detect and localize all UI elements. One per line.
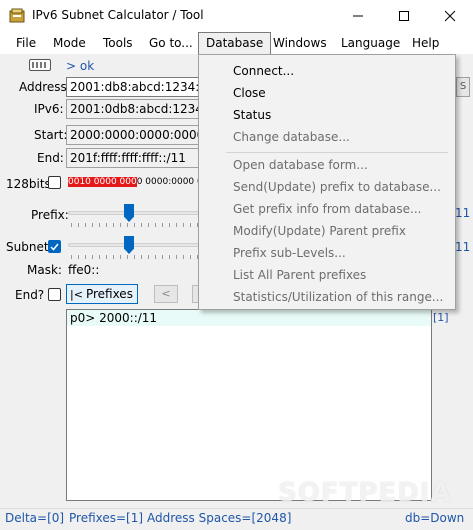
check-icon — [50, 243, 59, 251]
end-check-label: End? — [15, 288, 45, 302]
menu-item-sub-levels: Prefix sub-Levels... — [233, 246, 346, 260]
maximize-icon — [399, 11, 409, 21]
ipv6-field: 2001:0db8:abcd:1234:000 — [66, 99, 206, 119]
subnet-label: Subnet — [6, 240, 49, 254]
end-field: 201f:ffff:ffff:ffff::/11 — [66, 148, 206, 168]
keyboard-icon[interactable] — [29, 59, 51, 71]
subnet-checkbox[interactable] — [48, 240, 61, 253]
status-prefixes: Prefixes=[1] — [69, 511, 144, 525]
menu-item-close[interactable]: Close — [233, 86, 266, 100]
output-line: p0> 2000::/11 — [70, 311, 158, 325]
bits-display: 0010 0000 0000 0000:0000 000 — [68, 174, 208, 190]
start-label: Start: — [34, 128, 68, 142]
close-button[interactable] — [427, 0, 473, 32]
end-label: End: — [37, 151, 64, 165]
status-address-spaces: Address Spaces=[2048] — [147, 511, 292, 525]
menu-item-list-parents: List All Parent prefixes — [233, 268, 367, 282]
bits-checkbox[interactable] — [48, 176, 61, 189]
minimize-icon — [353, 15, 363, 17]
subnet-slider-ticks — [71, 255, 207, 259]
prefix-label: Prefix: — [31, 208, 69, 222]
ipv6-label: IPv6: — [34, 102, 64, 116]
subnet-slider-track — [68, 243, 208, 247]
menu-windows[interactable]: Windows — [273, 32, 327, 54]
menu-item-modify-parent: Modify(Update) Parent prefix — [233, 224, 406, 238]
prefixes-button[interactable]: |< Prefixes — [66, 284, 138, 304]
first-page-icon: |< — [70, 287, 83, 301]
menu-mode[interactable]: Mode — [53, 32, 86, 54]
menu-file[interactable]: File — [16, 32, 36, 54]
prev-button[interactable]: < — [154, 285, 178, 303]
bits-label: 128bits — [6, 177, 51, 191]
start-field: 2000:0000:0000:0000::/11 — [66, 125, 206, 145]
mask-label: Mask: — [27, 263, 62, 277]
menu-tools[interactable]: Tools — [103, 32, 133, 54]
output-textbox[interactable] — [66, 309, 432, 501]
app-icon — [9, 8, 25, 24]
mask-value: ffe0:: — [68, 263, 100, 277]
side-button[interactable]: S — [456, 77, 470, 97]
status-db-state: db=Down — [405, 511, 465, 525]
window-title: IPv6 Subnet Calculator / Tool — [32, 8, 204, 22]
subnet-slider-thumb[interactable] — [124, 236, 134, 254]
prefixes-button-label: Prefixes — [85, 287, 133, 301]
status-delta: Delta=[0] — [5, 511, 65, 525]
prefix-value: 11 — [455, 206, 471, 220]
minimize-button[interactable] — [335, 0, 381, 32]
menu-item-statistics: Statistics/Utilization of this range... — [233, 290, 444, 304]
menu-goto[interactable]: Go to... — [149, 32, 193, 54]
maximize-button[interactable] — [381, 0, 427, 32]
end-checkbox[interactable] — [48, 288, 61, 301]
address-label: Address: — [19, 80, 71, 94]
prefix-slider-track — [68, 211, 208, 215]
bits-red: 0010 0000 000 — [68, 177, 137, 187]
menu-language[interactable]: Language — [341, 32, 400, 54]
menu-separator — [226, 152, 448, 153]
menu-database[interactable]: Database — [198, 32, 272, 54]
menu-item-change-database: Change database... — [233, 130, 350, 144]
ok-link[interactable]: > ok — [66, 59, 94, 73]
menu-help[interactable]: Help — [412, 32, 439, 54]
menu-item-status[interactable]: Status — [233, 108, 271, 122]
close-icon — [444, 10, 456, 22]
subnet-value: 11 — [455, 240, 471, 254]
prefix-slider-ticks — [71, 223, 207, 227]
count-badge: [1] — [433, 311, 449, 324]
address-input[interactable]: 2001:db8:abcd:1234:: — [66, 77, 206, 97]
menu-item-get-prefix-info: Get prefix info from database... — [233, 202, 422, 216]
menu-item-connect[interactable]: Connect... — [233, 64, 294, 78]
watermark: SOFTPEDIA — [278, 478, 452, 508]
menu-item-send-prefix: Send(Update) prefix to database... — [233, 180, 441, 194]
menu-item-open-db-form: Open database form... — [233, 158, 368, 172]
prefix-slider-thumb[interactable] — [124, 204, 134, 222]
